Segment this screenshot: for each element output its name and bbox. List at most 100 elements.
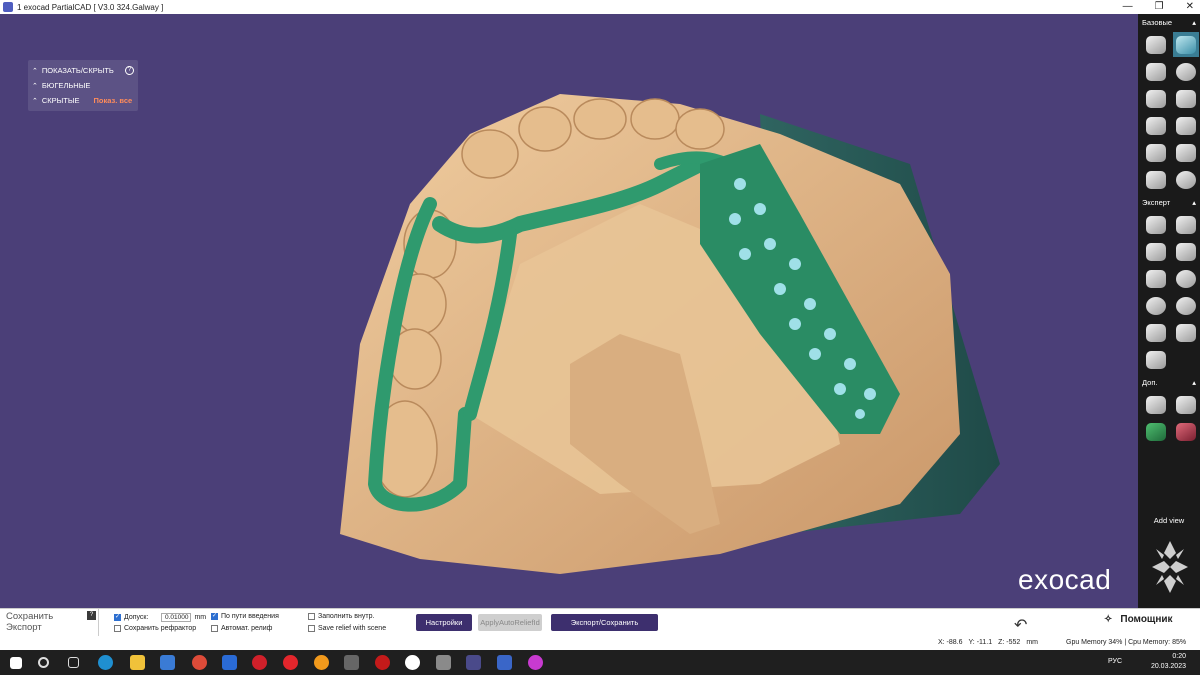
clock-time: 0:20 <box>1172 653 1186 660</box>
tolerance-label: Допуск: <box>124 614 149 621</box>
helper-button[interactable]: ✧ Помощник <box>1104 614 1173 625</box>
apply-auto-relief-button[interactable]: ApplyAutoReliefId <box>478 614 542 631</box>
language-indicator[interactable]: РУС <box>1108 658 1122 665</box>
minimize-button[interactable]: — <box>1123 0 1133 14</box>
chevron-up-icon: ⌃ <box>32 82 38 90</box>
auto-relief-label: Автомат. релиф <box>221 625 273 632</box>
visibility-panel: ⌃ ПОКАЗАТЬ/СКРЫТЬ ? ⌃ БЮГЕЛЬНЫЕ ⌃ СКРЫТЫ… <box>28 60 138 111</box>
restore-button[interactable]: ❐ <box>1155 0 1164 14</box>
tool-toggle-icon[interactable] <box>1173 113 1199 138</box>
tool-measure-icon[interactable] <box>1143 320 1169 345</box>
record-icon[interactable] <box>375 655 390 670</box>
tolerance-input[interactable]: 0.01000 <box>161 613 192 622</box>
auto-relief-checkbox[interactable] <box>211 625 218 632</box>
windows-start-icon[interactable] <box>10 657 22 669</box>
tool-text-icon[interactable] <box>1173 320 1199 345</box>
tool-mesh-icon[interactable] <box>1173 59 1199 84</box>
section-basic-label: Базовые <box>1142 17 1173 27</box>
app-orange-icon[interactable] <box>314 655 329 670</box>
tolerance-unit: mm <box>194 614 207 621</box>
tool-tooth-icon[interactable] <box>1173 212 1199 237</box>
system-clock[interactable]: 0:20 20.03.2023 <box>1151 652 1186 672</box>
tool-curve-icon[interactable] <box>1143 59 1169 84</box>
tool-model-icon[interactable] <box>1143 32 1169 57</box>
save-refractor-checkbox[interactable] <box>114 625 121 632</box>
undo-icon[interactable]: ↶ <box>1014 615 1027 635</box>
section-basic[interactable]: Базовые ▴ <box>1138 14 1200 30</box>
divider <box>98 609 99 637</box>
show-hide-toggle[interactable]: ⌃ ПОКАЗАТЬ/СКРЫТЬ ? <box>32 63 134 78</box>
opera-icon[interactable] <box>252 655 267 670</box>
chevron-up-icon: ▴ <box>1192 197 1196 207</box>
tolerance-row: ✓ Допуск: 0.01000 mm <box>114 613 206 622</box>
tool-sphere-icon[interactable] <box>1173 293 1199 318</box>
tool-block-icon[interactable] <box>1143 113 1169 138</box>
help-icon[interactable]: ? <box>125 66 134 75</box>
app-drop-icon[interactable] <box>528 655 543 670</box>
windows-taskbar: РУС 0:20 20.03.2023 <box>0 650 1200 675</box>
tool-drop-icon[interactable] <box>1173 266 1199 291</box>
hidden-group-toggle[interactable]: ⌃ СКРЫТЫЕ Показ. все <box>32 93 134 108</box>
tool-green-model-icon[interactable] <box>1143 419 1169 444</box>
tool-smooth-icon[interactable] <box>1143 293 1169 318</box>
tool-add-icon[interactable] <box>1143 212 1169 237</box>
clasp-group-toggle[interactable]: ⌃ БЮГЕЛЬНЫЕ <box>32 78 134 93</box>
tool-texture-icon[interactable] <box>1143 266 1169 291</box>
tool-bar-icon[interactable] <box>1143 167 1169 192</box>
save-export-header: Сохранить Экспорт <box>6 611 53 633</box>
export-label: Экспорт <box>6 622 42 633</box>
tool-scan-icon[interactable] <box>1173 32 1199 57</box>
section-expert[interactable]: Эксперт ▴ <box>1138 194 1200 210</box>
store-icon[interactable] <box>160 655 175 670</box>
add-view-button[interactable]: Add view <box>1138 516 1200 525</box>
task-view-icon[interactable] <box>68 657 79 668</box>
chevron-up-icon: ▴ <box>1192 377 1196 387</box>
section-extra[interactable]: Доп. ▴ <box>1138 374 1200 390</box>
tool-clasp-icon[interactable] <box>1173 86 1199 111</box>
close-button[interactable]: ✕ <box>1186 0 1194 14</box>
show-all-link[interactable]: Показ. все <box>94 96 133 105</box>
insertion-path-checkbox[interactable]: ✓ <box>211 613 218 620</box>
export-save-button[interactable]: Экспорт/Сохранить <box>551 614 658 631</box>
settings-button[interactable]: Настройки <box>416 614 472 631</box>
yandex-browser-icon[interactable] <box>405 655 420 670</box>
tool-shape-icon[interactable] <box>1143 239 1169 264</box>
tool-terrain-icon[interactable] <box>1143 347 1169 372</box>
help-button[interactable]: ? <box>87 611 96 620</box>
chrome-icon[interactable] <box>192 655 207 670</box>
auto-relief-row: Автомат. релиф <box>211 625 272 632</box>
save-refractor-label: Сохранить рефрактор <box>124 625 197 632</box>
coord-y: Y: -11.1 <box>968 639 993 646</box>
chevron-up-icon: ⌃ <box>32 67 38 75</box>
tool-gear-icon[interactable] <box>1173 167 1199 192</box>
tool-camera-icon[interactable] <box>1173 140 1199 165</box>
edge-icon[interactable] <box>98 655 113 670</box>
scissors-icon[interactable] <box>1143 392 1169 417</box>
tool-red-model-icon[interactable] <box>1173 419 1199 444</box>
tool-pliers-icon[interactable] <box>1173 392 1199 417</box>
fill-inside-checkbox[interactable] <box>308 613 315 620</box>
yandex-icon[interactable] <box>283 655 298 670</box>
coord-unit: mm <box>1026 639 1038 646</box>
clasp-label: БЮГЕЛЬНЫЕ <box>41 81 91 90</box>
coordinates-readout: X: -88.6 Y: -11.1 Z: -552 mm <box>938 639 1038 646</box>
tool-grid-icon[interactable] <box>1143 140 1169 165</box>
search-icon[interactable] <box>38 657 49 668</box>
tolerance-checkbox[interactable]: ✓ <box>114 614 121 621</box>
navigation-cube-icon[interactable] <box>1150 539 1190 595</box>
file-explorer-icon[interactable] <box>130 655 145 670</box>
exo-app-icon[interactable] <box>466 655 481 670</box>
save-relief-checkbox[interactable] <box>308 625 315 632</box>
app-icon <box>3 2 13 12</box>
cad-app-icon[interactable] <box>344 655 359 670</box>
brand-logo: exocad <box>1018 564 1112 595</box>
app-gray-icon[interactable] <box>436 655 451 670</box>
3d-viewport[interactable]: ⌃ ПОКАЗАТЬ/СКРЫТЬ ? ⌃ БЮГЕЛЬНЫЕ ⌃ СКРЫТЫ… <box>0 14 1138 608</box>
media-player-icon[interactable] <box>222 655 237 670</box>
save-label: Сохранить <box>6 611 54 622</box>
tool-freeform-icon[interactable] <box>1173 239 1199 264</box>
coord-z: Z: -552 <box>998 639 1021 646</box>
clock-date: 20.03.2023 <box>1150 663 1186 670</box>
tool-wax-icon[interactable] <box>1143 86 1169 111</box>
exocad-active-icon[interactable] <box>497 655 512 670</box>
